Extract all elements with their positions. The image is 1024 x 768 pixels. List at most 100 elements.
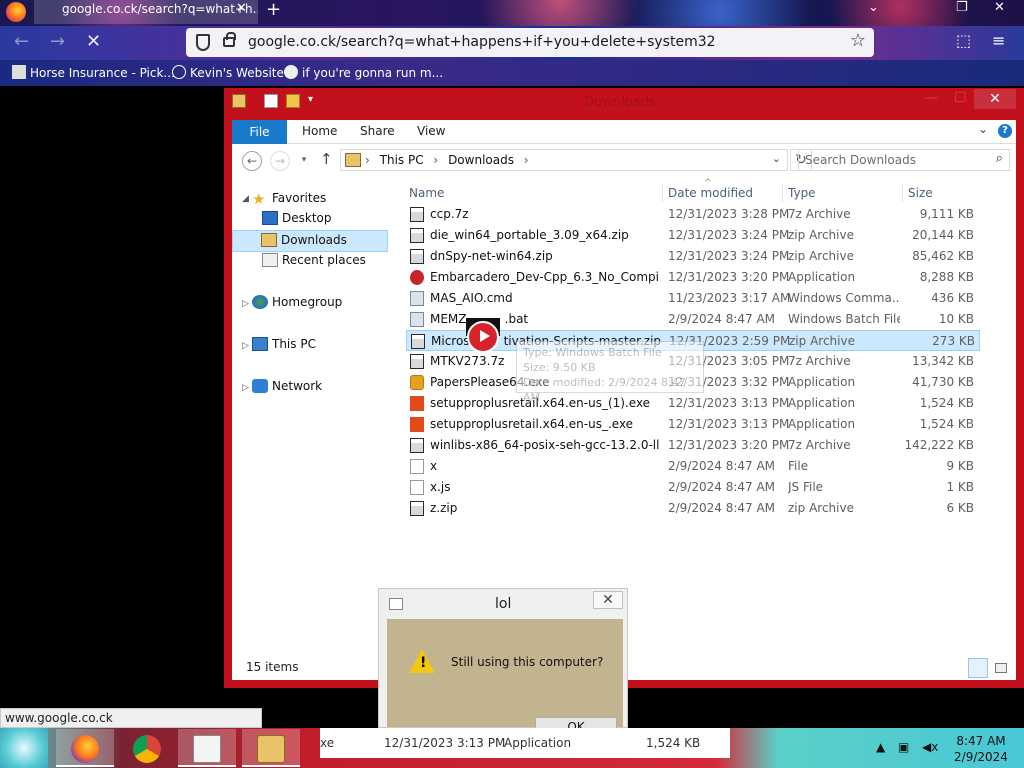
expand-arrow-icon[interactable]: ▷ (242, 299, 249, 309)
file-name[interactable]: x (430, 459, 660, 473)
tab-view[interactable]: View (417, 124, 445, 138)
file-row[interactable]: MAS_AIO.cmd 11/23/2023 3:17 AM Windows Com… (406, 288, 980, 309)
collapse-arrow-icon[interactable]: ◢ (242, 194, 249, 204)
taskbar-explorer[interactable] (242, 729, 300, 767)
expand-arrow-icon[interactable]: ▷ (242, 341, 249, 351)
forward-icon[interactable]: → (50, 31, 65, 52)
close-icon[interactable]: ✕ (974, 89, 1016, 109)
forward-icon[interactable]: → (270, 151, 290, 171)
column-size[interactable]: Size (908, 186, 933, 200)
file-row[interactable]: setupproplusretail.x64.en-us_.exe 12/31/2… (406, 414, 980, 435)
nav-homegroup[interactable]: Homegroup (252, 295, 342, 309)
expand-arrow-icon[interactable]: ▷ (242, 383, 249, 393)
file-row[interactable]: dnSpy-net-win64.zip 12/31/2023 3:24 PM zip… (406, 246, 980, 267)
file-name[interactable]: MAS_AIO.cmd (430, 291, 660, 305)
taskbar-clock[interactable]: 8:47 AM 2/9/2024 (946, 733, 1016, 765)
nav-recent-places[interactable]: Recent places (262, 253, 366, 267)
search-input[interactable]: Search Downloads ⌕ (798, 149, 1010, 171)
taskbar-firefox[interactable] (56, 729, 114, 767)
network-tray-icon[interactable]: ▣ (898, 740, 909, 754)
breadcrumb-downloads[interactable]: Downloads (448, 153, 514, 167)
nav-this-pc[interactable]: This PC (252, 337, 316, 351)
start-button[interactable] (0, 728, 48, 768)
column-name[interactable]: Name (409, 186, 444, 200)
recent-locations-icon[interactable]: ▾ (294, 151, 314, 171)
tab-file[interactable]: File (232, 120, 287, 144)
bookmark-item[interactable]: if you're gonna run m... (284, 65, 443, 80)
properties-icon[interactable] (264, 94, 278, 108)
breadcrumb-separator: › (433, 153, 439, 167)
nav-favorites[interactable]: ★ Favorites (252, 190, 326, 208)
file-name[interactable]: dnSpy-net-win64.zip (430, 249, 660, 263)
file-type: 7z Archive (788, 354, 851, 368)
file-row[interactable]: winlibs-x86_64-posix-seh-gcc-13.2.0-llv.… (406, 435, 980, 456)
file-name[interactable]: MEMZ- .bat (430, 312, 660, 326)
column-divider[interactable] (902, 184, 903, 202)
tab-home[interactable]: Home (302, 124, 337, 138)
column-divider[interactable] (662, 184, 663, 202)
file-row[interactable]: Embarcadero_Dev-Cpp_6.3_No_Compiler... 12… (406, 267, 980, 288)
firefox-icon[interactable] (6, 2, 26, 22)
file-name[interactable]: ccp.7z (430, 207, 660, 221)
new-tab-button[interactable]: + (266, 0, 281, 20)
volume-muted-icon[interactable]: ◀x (922, 740, 938, 754)
nav-downloads[interactable]: Downloads (232, 230, 388, 252)
file-name-text: ccp.7z (430, 207, 469, 221)
file-type: Windows Batch File (788, 312, 900, 326)
customize-toolbar-icon[interactable]: ▾ (308, 94, 322, 108)
maximize-icon[interactable]: ☐ (954, 90, 967, 106)
nav-network[interactable]: Network (252, 379, 322, 393)
address-bar[interactable]: › This PC › Downloads › ⌄ (340, 149, 788, 171)
dialog-close-icon[interactable]: ✕ (593, 591, 623, 609)
up-icon[interactable]: ↑ (320, 150, 333, 168)
url-bar[interactable]: google.co.ck/search?q=what+happens+if+yo… (186, 28, 874, 57)
column-type[interactable]: Type (788, 186, 816, 200)
column-date-modified[interactable]: Date modified (668, 186, 753, 200)
file-row[interactable]: x 2/9/2024 8:47 AM File 9 KB (406, 456, 980, 477)
file-name[interactable]: die_win64_portable_3.09_x64.zip (430, 228, 660, 242)
column-divider[interactable] (782, 184, 783, 202)
lock-icon[interactable] (223, 32, 236, 47)
breadcrumb-this-pc[interactable]: This PC (380, 153, 424, 167)
back-icon[interactable]: ← (242, 151, 262, 171)
file-name[interactable]: x.js (430, 480, 660, 494)
file-name[interactable]: z.zip (430, 501, 660, 515)
stop-loading-icon[interactable]: ✕ (86, 31, 101, 52)
tab-close-icon[interactable]: ✕ (236, 1, 247, 16)
bookmark-item[interactable]: Horse Insurance - Pick... (12, 65, 175, 80)
browser-tab[interactable]: google.co.ck/search?q=what+h... (34, 0, 258, 24)
ghost-file-row: xe 12/31/2023 3:13 PM Application 1,524 … (320, 728, 730, 758)
menu-icon[interactable]: ≡ (992, 31, 1005, 50)
file-name[interactable]: winlibs-x86_64-posix-seh-gcc-13.2.0-llv.… (430, 438, 660, 452)
show-hidden-icons-icon[interactable]: ▲ (876, 740, 885, 754)
file-name[interactable]: setupproplusretail.x64.en-us_.exe (430, 417, 660, 431)
file-row[interactable]: die_win64_portable_3.09_x64.zip 12/31/202… (406, 225, 980, 246)
file-name[interactable]: Embarcadero_Dev-Cpp_6.3_No_Compiler... (430, 270, 660, 284)
tab-share[interactable]: Share (360, 124, 395, 138)
file-row[interactable]: x.js 2/9/2024 8:47 AM JS File 1 KB (406, 477, 980, 498)
details-view-icon[interactable] (968, 658, 988, 678)
list-all-tabs-icon[interactable]: ⌄ (868, 0, 879, 15)
star-icon[interactable]: ☆ (850, 30, 866, 51)
bookmark-item[interactable]: Kevin's Website (172, 65, 284, 80)
file-row[interactable]: z.zip 2/9/2024 8:47 AM zip Archive 6 KB (406, 498, 980, 519)
search-icon[interactable]: ⌕ (996, 151, 1003, 166)
explorer-title-bar[interactable]: ▾ Downloads — ☐ ✕ (224, 88, 1024, 116)
taskbar-chrome[interactable] (118, 729, 176, 767)
dialog-title-bar[interactable]: lol ✕ (379, 589, 627, 619)
help-icon[interactable]: ? (998, 124, 1012, 138)
close-window-icon[interactable]: ✕ (994, 0, 1005, 15)
back-icon[interactable]: ← (14, 31, 29, 52)
nav-desktop[interactable]: Desktop (262, 211, 332, 225)
expand-ribbon-icon[interactable]: ⌄ (978, 122, 988, 136)
shield-icon[interactable] (196, 34, 210, 51)
address-dropdown-icon[interactable]: ⌄ (772, 152, 781, 165)
extensions-icon[interactable]: ⬚ (956, 31, 971, 50)
new-folder-icon[interactable] (286, 94, 300, 108)
restore-window-icon[interactable]: ❐ (956, 0, 968, 15)
file-row[interactable]: ccp.7z 12/31/2023 3:28 PM 7z Archive 9,111 … (406, 204, 980, 225)
url-text[interactable]: google.co.ck/search?q=what+happens+if+yo… (248, 34, 716, 50)
taskbar-dialog[interactable] (178, 729, 236, 767)
minimize-icon[interactable]: — (924, 90, 938, 106)
large-icons-view-icon[interactable] (992, 658, 1012, 678)
